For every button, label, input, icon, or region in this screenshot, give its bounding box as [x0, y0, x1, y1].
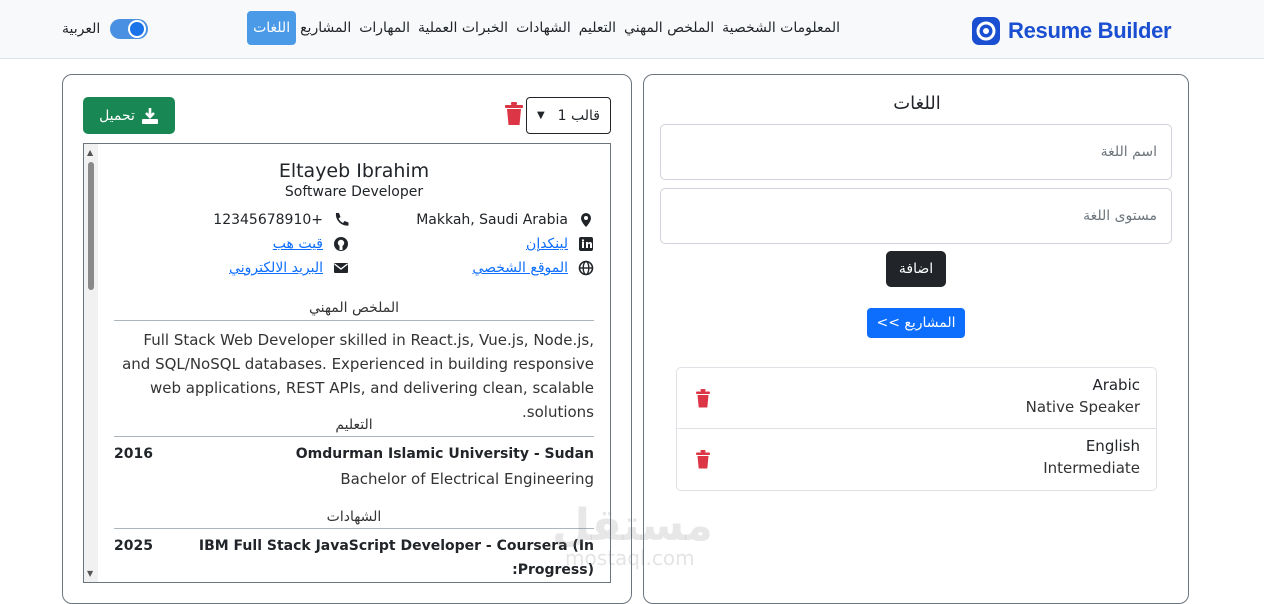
contact-location: Makkah, Saudi Arabia — [416, 212, 594, 228]
resume-name: Eltayeb Ibrahim — [278, 160, 430, 182]
brand-name: Resume Builder — [1008, 18, 1172, 43]
contact-website: الموقع الشخصي — [472, 260, 594, 276]
watermark-sub: mostaql.com — [565, 546, 695, 570]
language-level-input[interactable]: مستوى اللغة — [660, 188, 1172, 244]
scroll-down-icon[interactable]: ▼ — [87, 569, 93, 578]
education-divider — [114, 436, 594, 437]
nav-education[interactable]: التعليم — [575, 12, 620, 44]
language-name: Arabic — [1092, 376, 1140, 394]
scroll-thumb[interactable] — [88, 162, 94, 290]
education-heading: التعليم — [335, 417, 373, 433]
certifications-divider — [114, 528, 594, 529]
map-pin-icon — [581, 213, 591, 227]
back-to-projects-button[interactable]: << المشاريع — [867, 308, 965, 338]
language-name: English — [1085, 437, 1140, 455]
language-switch[interactable] — [110, 19, 149, 39]
list-item: English Intermediate — [677, 429, 1156, 490]
top-navbar: Resume Builder المعلومات الشخصية الملخص … — [0, 0, 1264, 59]
github-icon — [334, 237, 348, 251]
watermark: مستقل — [552, 500, 713, 551]
scrollbar[interactable]: ▲ ▼ — [84, 144, 98, 582]
nav-languages[interactable]: اللغات — [247, 11, 297, 45]
nav-certifications[interactable]: الشهادات — [512, 12, 575, 44]
contact-phone: 12345678910+ — [213, 212, 349, 228]
trash-icon[interactable] — [695, 389, 711, 408]
list-item: Arabic Native Speaker — [677, 368, 1156, 429]
language-name-input[interactable]: اسم اللغة — [660, 124, 1172, 180]
form-title: اللغات — [893, 93, 941, 114]
education-degree: Bachelor of Electrical Engineering — [340, 470, 594, 488]
download-button[interactable]: تحميل — [83, 97, 175, 134]
summary-divider — [114, 320, 594, 321]
languages-form-card: اللغات اسم اللغة مستوى اللغة اضافة << ال… — [643, 74, 1189, 604]
chevron-down-icon: ▼ — [537, 110, 545, 121]
resume-preview-card: تحميل ▼ قالب 1 ▲ ▼ Eltayeb Ibrahim Softw… — [62, 74, 632, 604]
envelope-icon — [334, 263, 348, 273]
email-link[interactable]: البريد الالكتروني — [229, 260, 323, 276]
nav-skills[interactable]: المهارات — [355, 12, 414, 44]
download-label: تحميل — [99, 107, 135, 124]
add-button[interactable]: اضافة — [886, 251, 946, 287]
certification-year: 2025 — [114, 538, 153, 554]
nav-links: المعلومات الشخصية الملخص المهني التعليم … — [247, 11, 844, 45]
language-label: العربية — [62, 21, 101, 37]
linkedin-link[interactable]: لينكدإن — [526, 236, 568, 252]
location-text: Makkah, Saudi Arabia — [416, 212, 568, 228]
download-icon — [141, 107, 158, 124]
website-link[interactable]: الموقع الشخصي — [472, 260, 568, 276]
education-institution: Omdurman Islamic University - Sudan — [295, 446, 594, 462]
summary-text: Full Stack Web Developer skilled in Reac… — [122, 331, 594, 421]
resume-title: Software Developer — [284, 184, 424, 200]
nav-summary[interactable]: الملخص المهني — [620, 12, 718, 44]
nav-projects[interactable]: المشاريع — [296, 12, 355, 44]
trash-icon[interactable] — [695, 450, 711, 469]
github-link[interactable]: قيت هب — [273, 236, 323, 252]
education-year: 2016 — [114, 446, 153, 462]
contact-linkedin: لينكدإن — [526, 236, 594, 252]
globe-icon — [578, 260, 594, 276]
language-toggle[interactable]: العربية — [62, 19, 149, 39]
phone-text: 12345678910+ — [213, 212, 323, 228]
linkedin-icon — [579, 237, 593, 251]
trash-icon[interactable] — [504, 102, 524, 126]
phone-icon — [335, 213, 349, 226]
language-level: Intermediate — [1043, 459, 1140, 477]
brand[interactable]: Resume Builder — [972, 16, 1172, 46]
summary-heading: الملخص المهني — [308, 300, 400, 316]
template-select[interactable]: ▼ قالب 1 — [526, 97, 611, 134]
languages-list: Arabic Native Speaker English Intermedia… — [676, 367, 1157, 491]
nav-personal-info[interactable]: المعلومات الشخصية — [718, 12, 844, 44]
certifications-heading: الشهادات — [326, 509, 382, 525]
contact-email: البريد الالكتروني — [229, 260, 349, 276]
contact-github: قيت هب — [273, 236, 349, 252]
brand-logo-icon — [972, 17, 1000, 45]
template-value: قالب 1 — [557, 107, 600, 124]
scroll-up-icon[interactable]: ▲ — [87, 148, 93, 157]
certification-title: IBM Full Stack JavaScript Developer - Co… — [198, 538, 594, 554]
resume-frame[interactable]: ▲ ▼ Eltayeb Ibrahim Software Developer M… — [83, 143, 611, 583]
nav-experience[interactable]: الخبرات العملية — [414, 12, 512, 44]
language-level: Native Speaker — [1025, 398, 1140, 416]
